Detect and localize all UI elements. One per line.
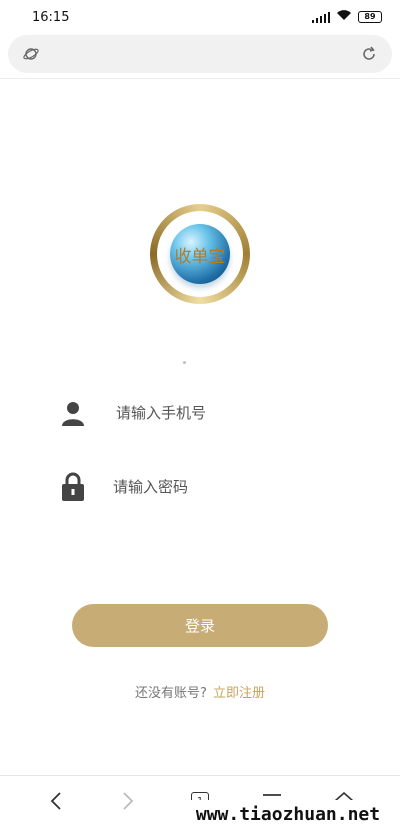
globe-icon: 收单宝	[170, 224, 230, 284]
register-link[interactable]: 立即注册	[213, 686, 265, 701]
refresh-icon[interactable]	[360, 45, 378, 63]
logo-text: 收单宝	[174, 246, 226, 267]
wifi-icon	[336, 9, 352, 25]
back-button[interactable]	[41, 786, 71, 816]
password-input[interactable]	[113, 478, 333, 496]
bottom-divider	[0, 775, 400, 776]
login-button[interactable]: 登录	[72, 604, 328, 647]
battery-level: 89	[358, 11, 382, 23]
phone-field[interactable]	[58, 393, 348, 433]
app-logo: 收单宝	[150, 204, 250, 304]
address-bar[interactable]	[8, 35, 392, 73]
status-bar: 16:15 89	[0, 0, 400, 34]
register-prompt-line: 还没有账号? 立即注册	[0, 682, 400, 701]
password-field[interactable]	[58, 467, 348, 507]
loading-dot	[183, 361, 186, 364]
register-prompt: 还没有账号?	[135, 686, 207, 701]
status-time: 16:15	[32, 9, 70, 25]
address-divider	[0, 78, 400, 79]
lock-icon	[58, 472, 88, 502]
watermark: www.tiaozhuan.net	[188, 800, 388, 828]
logo-inner: 收单宝	[157, 211, 243, 297]
user-icon	[58, 398, 88, 428]
forward-button[interactable]	[113, 786, 143, 816]
planet-icon[interactable]	[22, 45, 40, 63]
signal-icon	[311, 11, 330, 23]
status-icons: 89	[311, 9, 382, 25]
phone-input[interactable]	[116, 404, 336, 422]
